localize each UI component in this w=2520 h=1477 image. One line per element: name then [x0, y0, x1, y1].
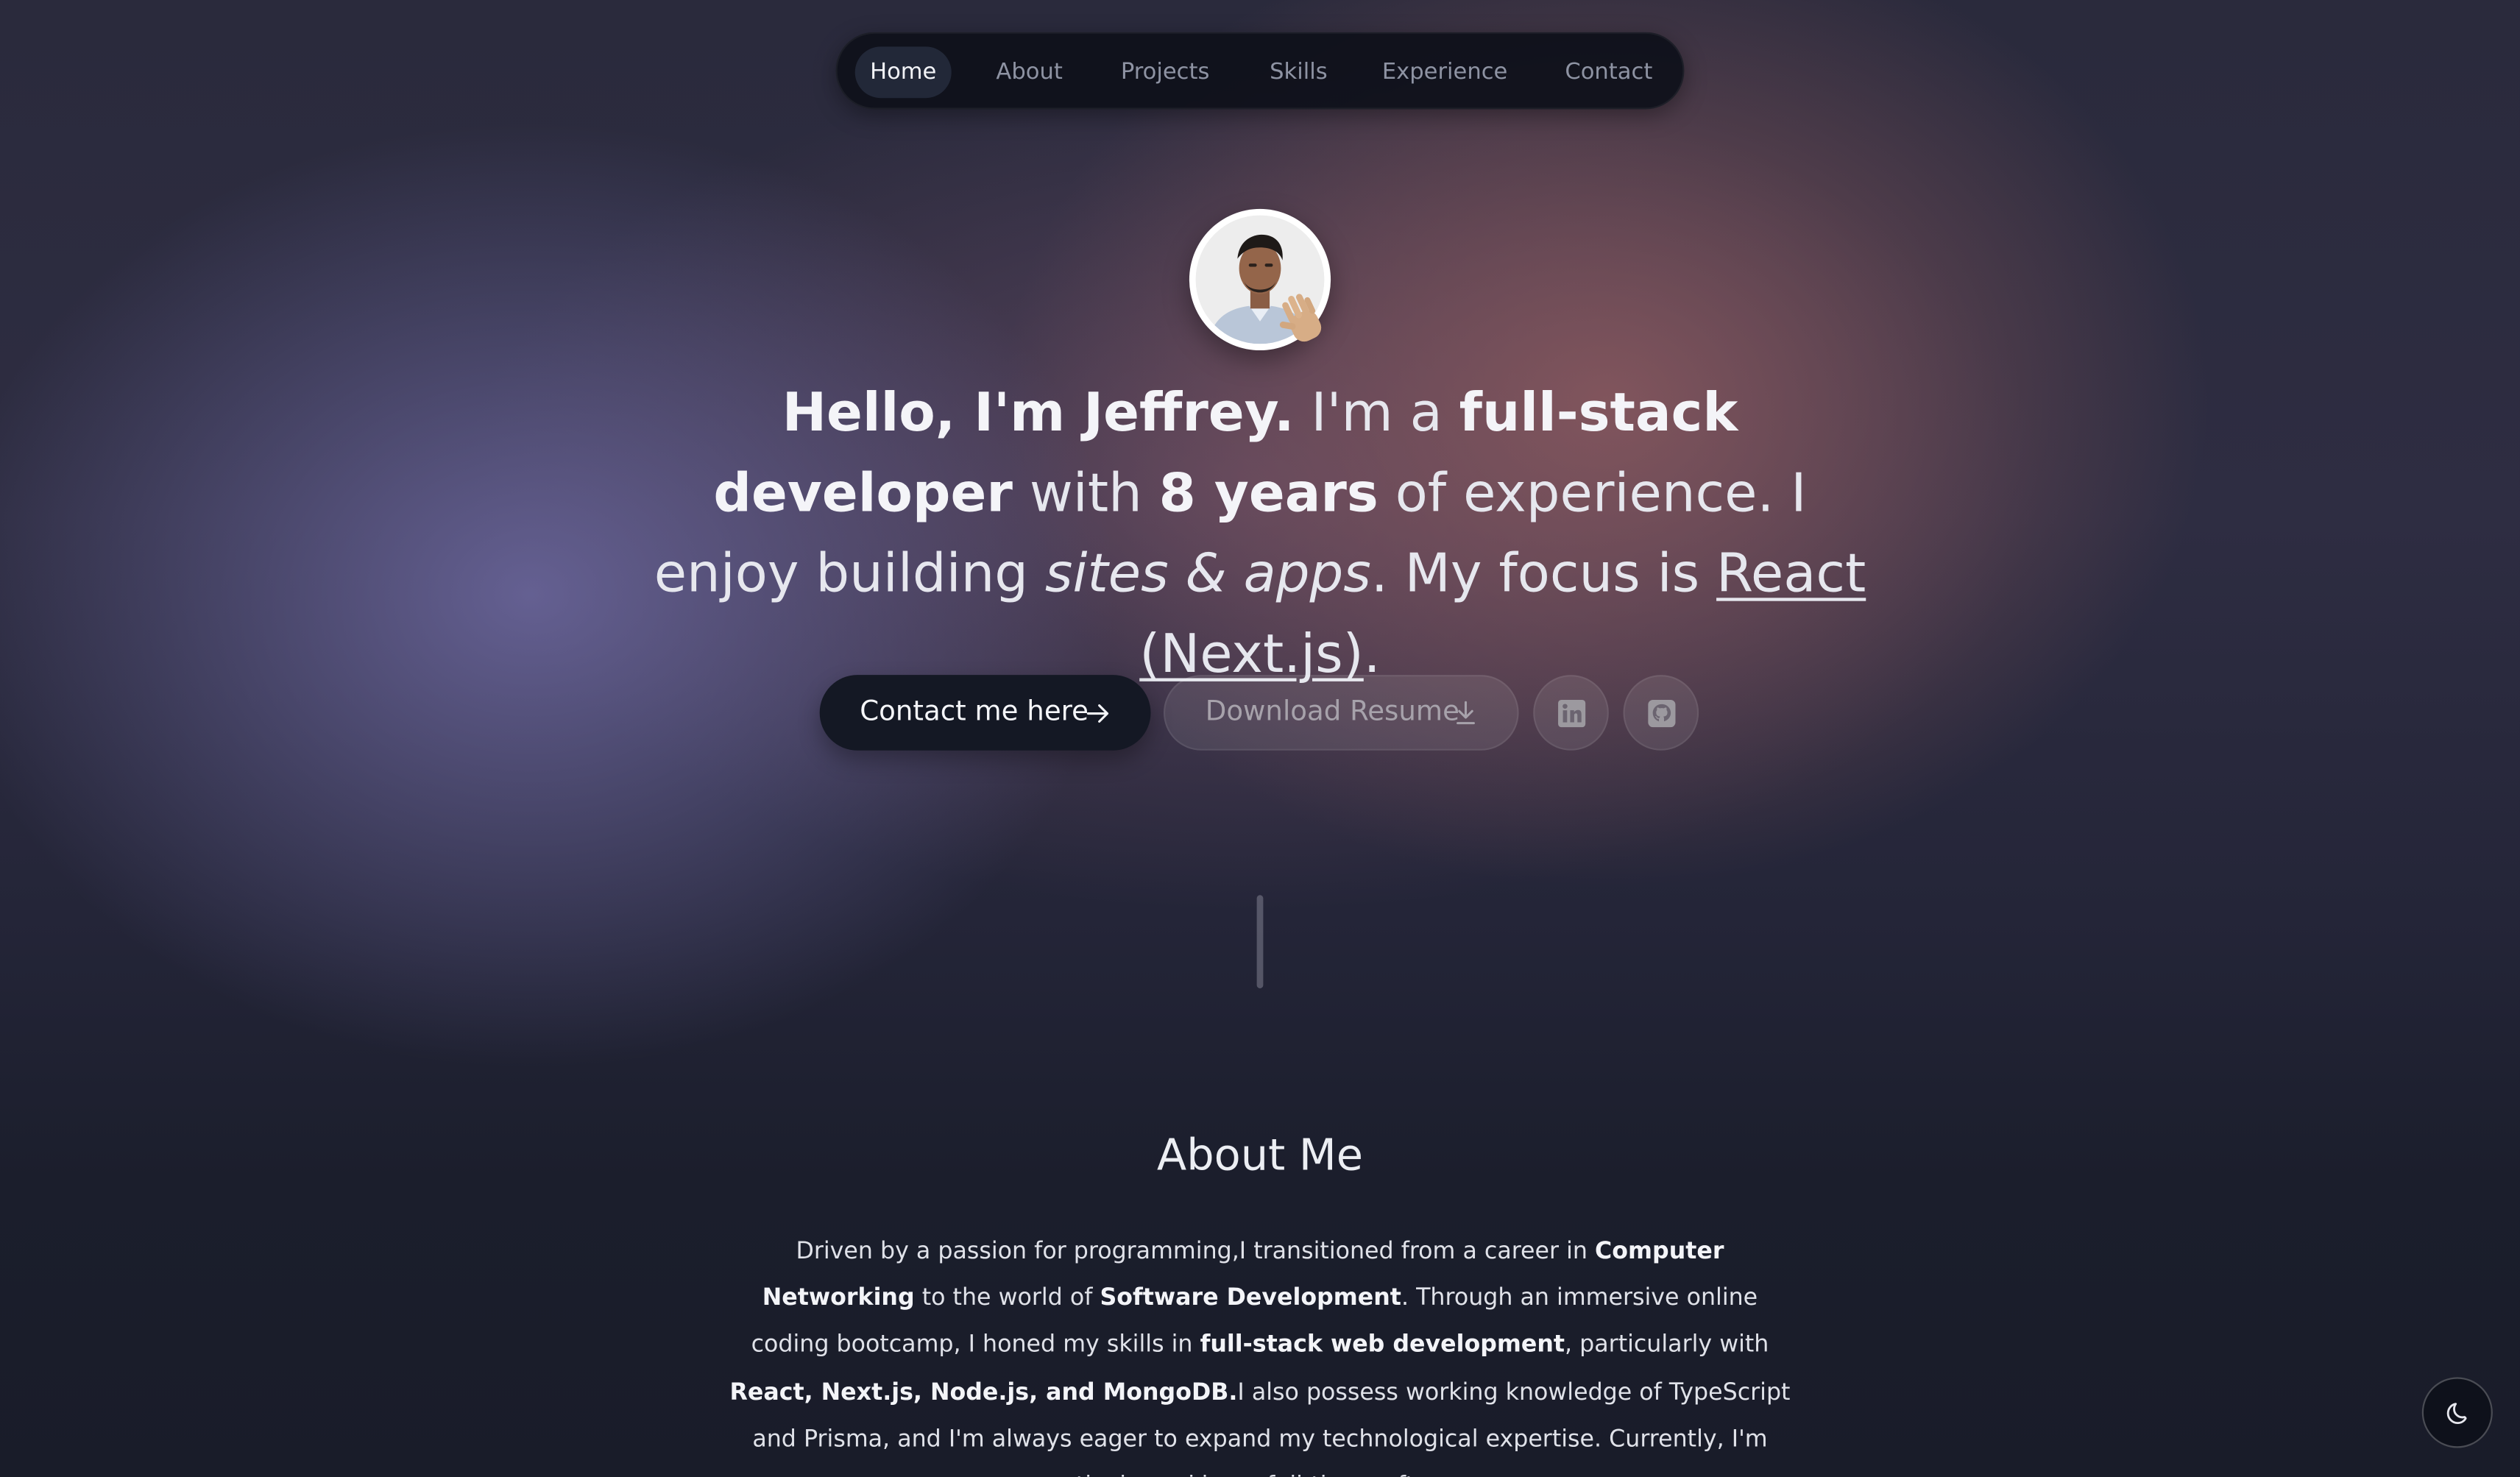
- about-highlight: full-stack web development: [1200, 1333, 1565, 1359]
- about-paragraph: Driven by a passion for programming,I tr…: [723, 1230, 1797, 1477]
- download-resume-label: Download Resume: [1205, 695, 1459, 729]
- github-icon: [1648, 699, 1676, 728]
- about-title: About Me: [1156, 1131, 1364, 1181]
- nav-item-experience[interactable]: Experience: [1369, 46, 1520, 98]
- nav-item-skills[interactable]: Skills: [1250, 46, 1347, 98]
- nav-item-home[interactable]: Home: [854, 46, 952, 99]
- hero-greeting: Hello, I'm Jeffrey.: [782, 380, 1295, 444]
- about-text: to the world of: [914, 1286, 1100, 1312]
- hero-things: sites & apps: [1044, 541, 1371, 605]
- nav-item-contact[interactable]: Contact: [1546, 46, 1671, 98]
- linkedin-button[interactable]: [1533, 675, 1609, 751]
- main-nav: Home About Projects Skills Experience Co…: [835, 32, 1685, 110]
- waving-hand-icon: [1279, 294, 1322, 342]
- nav-item-projects[interactable]: Projects: [1104, 46, 1226, 98]
- moon-icon: [2446, 1403, 2467, 1425]
- github-button[interactable]: [1623, 675, 1699, 751]
- about-text: , particularly with: [1565, 1333, 1769, 1359]
- hero-text: with: [1012, 461, 1159, 524]
- hero-text: I'm a: [1294, 380, 1459, 444]
- nav-item-about[interactable]: About: [980, 46, 1078, 98]
- hero-text: . My focus is: [1370, 541, 1717, 605]
- page: Home About Projects Skills Experience Co…: [0, 0, 2520, 1477]
- download-resume-button[interactable]: Download Resume: [1163, 675, 1519, 751]
- hero-years: 8 years: [1158, 461, 1378, 524]
- hero-intro: Hello, I'm Jeffrey. I'm a full-stack dev…: [643, 373, 1877, 695]
- contact-button-label: Contact me here: [860, 695, 1089, 729]
- download-icon: [1457, 701, 1475, 725]
- scroll-divider: [1256, 895, 1264, 988]
- contact-button[interactable]: Contact me here: [819, 675, 1151, 751]
- linkedin-icon: [1558, 699, 1586, 728]
- about-highlight: Software Development: [1100, 1286, 1401, 1312]
- about-highlight: React, Next.js, Node.js, and MongoDB.: [729, 1379, 1238, 1406]
- arrow-right-icon: [1086, 704, 1109, 723]
- theme-toggle-button[interactable]: [2421, 1377, 2493, 1448]
- about-text: Driven by a passion for programming,I tr…: [796, 1239, 1596, 1265]
